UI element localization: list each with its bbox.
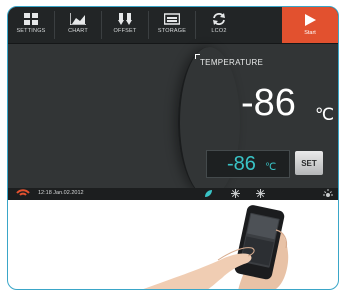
start-button[interactable]: Start — [282, 7, 338, 43]
top-toolbar: SETTINGS CHART OFFSET STORAGE LCO2 Start — [8, 7, 338, 44]
refresh-icon — [213, 13, 225, 25]
snowflake-icon — [231, 189, 240, 198]
offset-button[interactable]: OFFSET — [102, 7, 148, 43]
sun-icon — [323, 189, 333, 197]
grid-icon — [24, 13, 38, 25]
chart-button[interactable]: CHART — [55, 7, 101, 43]
play-icon — [305, 14, 316, 26]
chart-icon — [70, 13, 86, 25]
lco2-label: LCO2 — [211, 28, 227, 34]
settings-label: SETTINGS — [16, 28, 46, 34]
device-frame: SETTINGS CHART OFFSET STORAGE LCO2 Start… — [7, 6, 339, 290]
storage-icon — [164, 13, 180, 25]
temperature-label: TEMPERATURE — [200, 58, 264, 67]
datetime-text: 12:18 Jan.02.2012 — [38, 190, 84, 196]
temperature-unit: ℃ — [315, 105, 335, 124]
storage-label: STORAGE — [157, 28, 187, 34]
setpoint-unit: ℃ — [265, 162, 277, 173]
chart-label: CHART — [68, 28, 88, 34]
snowflake-icon — [256, 189, 265, 198]
settings-button[interactable]: SETTINGS — [8, 7, 54, 43]
controller-screen: SETTINGS CHART OFFSET STORAGE LCO2 Start… — [8, 7, 338, 200]
lco2-button[interactable]: LCO2 — [196, 7, 242, 43]
hand-holding-phone-image — [143, 205, 289, 289]
offset-label: OFFSET — [113, 28, 137, 34]
signal-icon — [16, 189, 30, 196]
leaf-icon — [205, 190, 212, 197]
storage-button[interactable]: STORAGE — [149, 7, 195, 43]
offset-icon — [118, 13, 132, 25]
set-button[interactable]: SET — [295, 151, 323, 175]
setpoint-value: -86 — [227, 153, 256, 175]
current-temperature: -86 — [241, 82, 296, 124]
start-label: Start — [304, 30, 316, 36]
